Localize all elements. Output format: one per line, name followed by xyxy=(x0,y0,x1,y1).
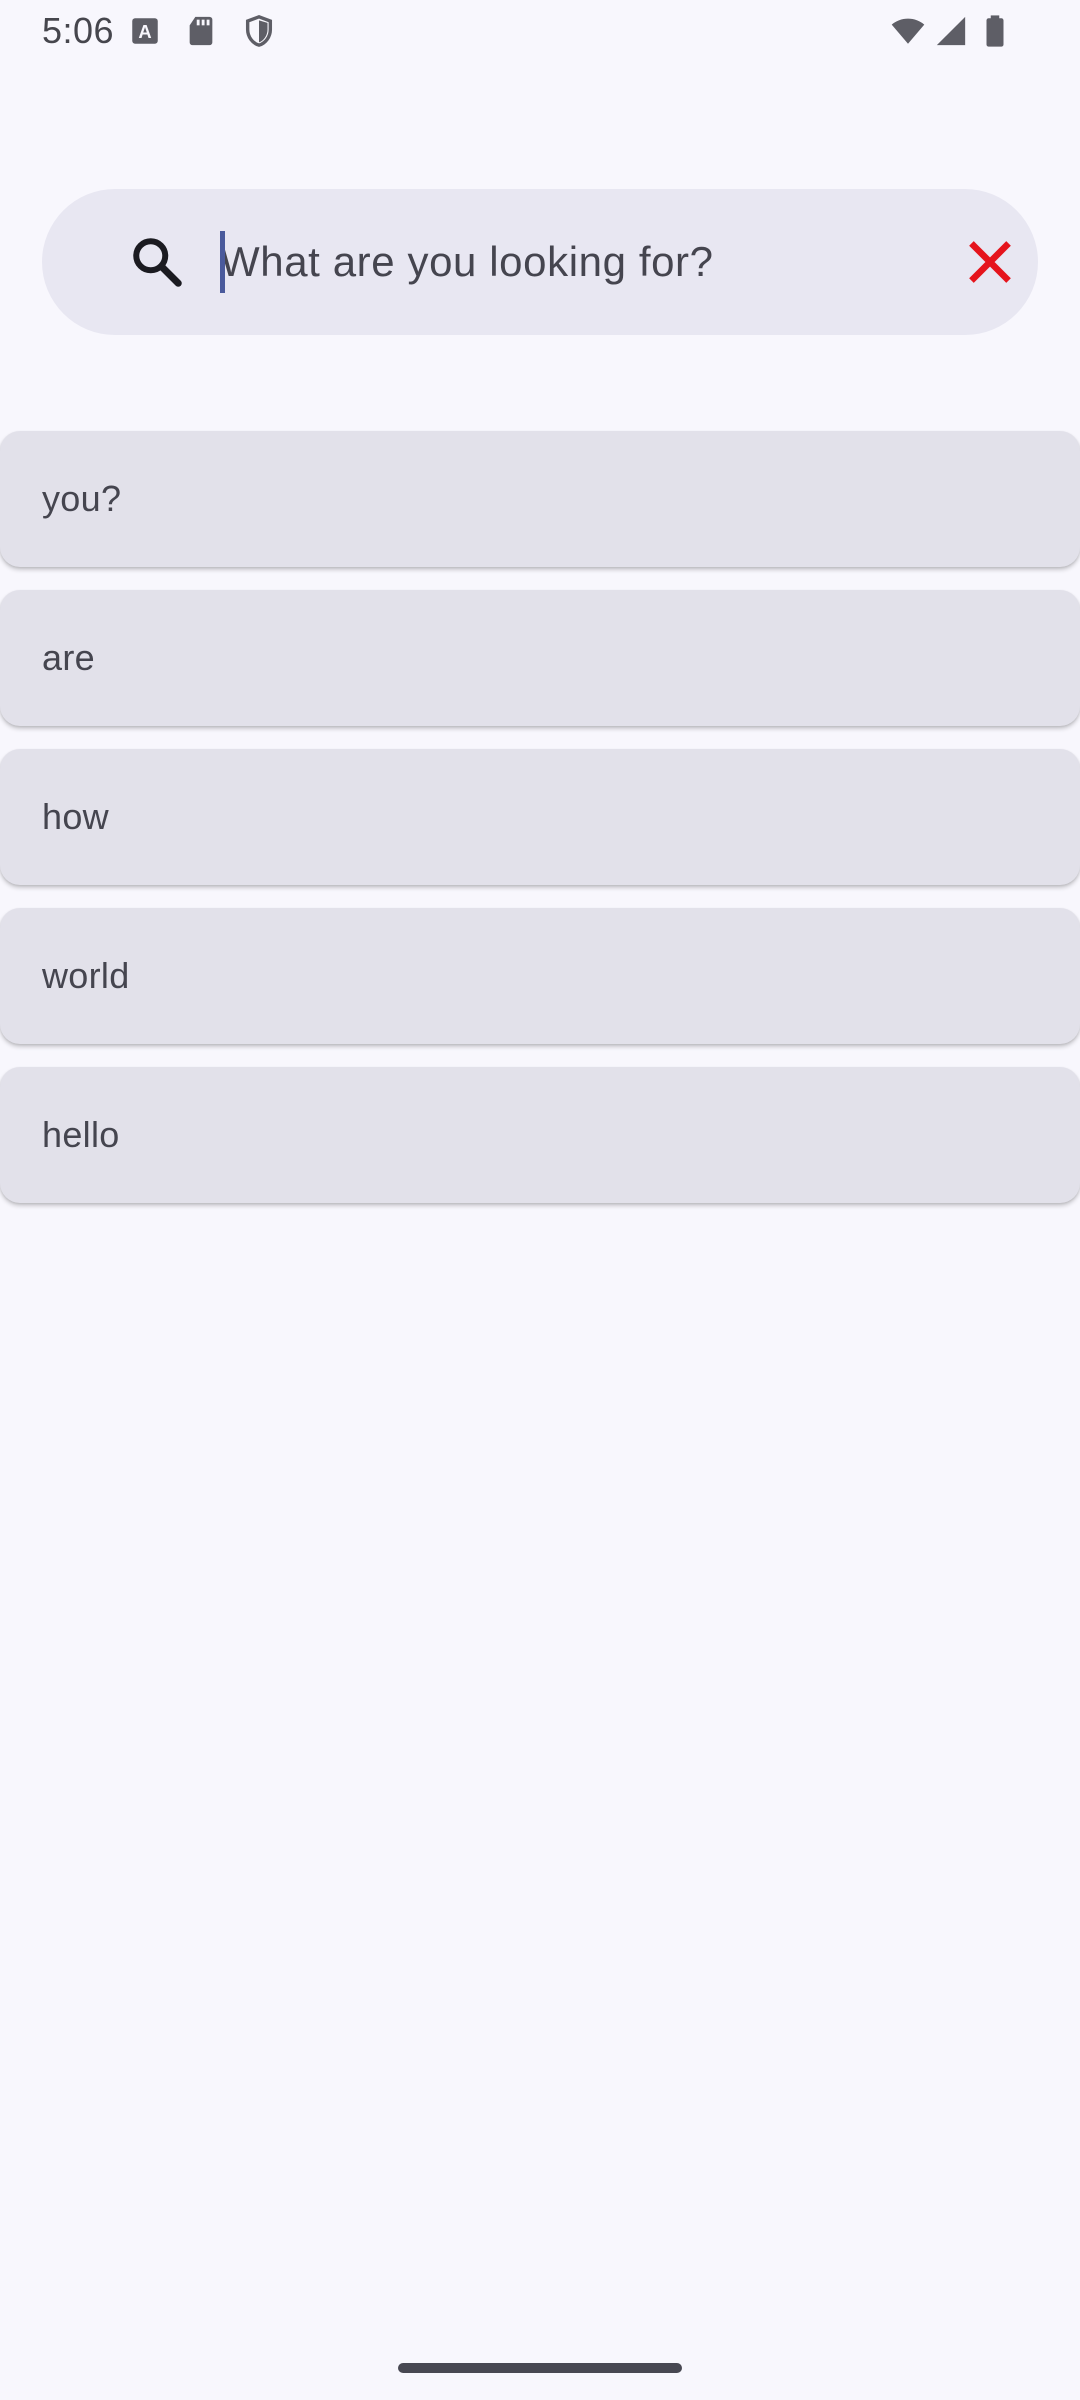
search-results-list: you? are how world hello xyxy=(0,431,1080,1226)
list-item-label: are xyxy=(42,637,95,678)
list-item[interactable]: world xyxy=(0,908,1080,1044)
battery-icon xyxy=(980,14,1010,48)
list-item[interactable]: hello xyxy=(0,1067,1080,1203)
gesture-nav-handle[interactable] xyxy=(398,2363,682,2373)
list-item-label: you? xyxy=(42,478,122,519)
a-notification-icon: A xyxy=(128,14,162,48)
sd-card-icon xyxy=(184,14,218,48)
search-input[interactable] xyxy=(178,225,918,299)
list-item-label: world xyxy=(42,955,130,996)
list-item[interactable]: you? xyxy=(0,431,1080,567)
status-bar: 5:06 A xyxy=(0,0,1080,64)
list-item-label: how xyxy=(42,796,109,837)
search-screen: 5:06 A you? xyxy=(0,0,1080,2400)
wifi-icon xyxy=(888,14,928,48)
list-item[interactable]: are xyxy=(0,590,1080,726)
list-item[interactable]: how xyxy=(0,749,1080,885)
close-icon[interactable] xyxy=(960,232,1020,292)
svg-text:A: A xyxy=(138,21,151,42)
text-caret xyxy=(220,231,225,293)
cell-signal-icon xyxy=(934,14,968,48)
search-bar[interactable] xyxy=(42,189,1038,335)
status-time: 5:06 xyxy=(42,10,115,51)
shield-icon xyxy=(242,14,276,48)
list-item-label: hello xyxy=(42,1114,120,1155)
